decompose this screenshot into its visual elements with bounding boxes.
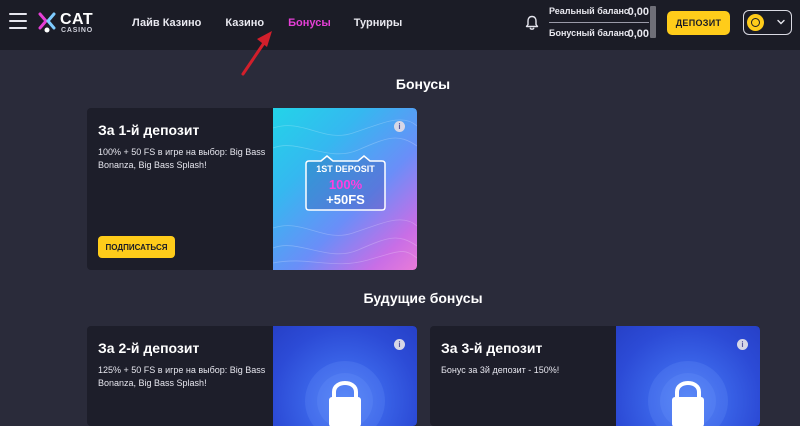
bonus-balance-label: Бонусный баланс — [549, 28, 630, 38]
future-bonuses-title: Будущие бонусы — [363, 290, 483, 306]
bonus-card-text: За 1-й депозит 100% + 50 FS в игре на вы… — [98, 122, 268, 172]
nav-live-casino[interactable]: Лайв Казино — [132, 17, 201, 31]
bonus-card-description: 125% + 50 FS в игре на выбор: Big Bass B… — [98, 365, 266, 388]
subscribe-button[interactable]: ПОДПИСАТЬСЯ — [98, 236, 175, 258]
logo[interactable]: CAT CASINO — [38, 11, 98, 37]
bonus-card-first-deposit: За 1-й депозит 100% + 50 FS в игре на вы… — [87, 108, 417, 270]
deposit-button[interactable]: ДЕПОЗИТ — [667, 11, 730, 35]
badge-line1: 1ST DEPOSIT — [316, 164, 375, 174]
bonus-image: 1ST DEPOSIT 100% +50FS i — [273, 108, 417, 270]
bonus-image-locked: i — [616, 326, 760, 426]
info-icon[interactable]: i — [394, 121, 405, 132]
chevron-down-icon — [777, 19, 785, 25]
badge-line3: +50FS — [326, 192, 365, 207]
nav-bonuses[interactable]: Бонусы — [288, 17, 331, 31]
real-balance-row: Реальный баланс 0,00 — [549, 6, 649, 23]
bonus-card-text: За 3-й депозит Бонус за 3й депозит - 150… — [441, 340, 611, 377]
bonus-card-description: Бонус за 3й депозит - 150%! — [441, 365, 560, 375]
top-header: CAT CASINO Лайв Казино Казино Бонусы Тур… — [0, 0, 800, 50]
badge-line2: 100% — [328, 177, 363, 192]
page-title: Бонусы — [395, 76, 451, 92]
currency-selector[interactable] — [743, 10, 792, 35]
bonus-balance-row: Бонусный баланс 0,00 — [549, 28, 649, 43]
bonus-card-text: За 2-й депозит 125% + 50 FS в игре на вы… — [98, 340, 268, 390]
bonus-image-locked: i — [273, 326, 417, 426]
annotation-arrow-icon — [241, 31, 272, 76]
balance-scrollbar[interactable] — [650, 6, 656, 38]
real-balance-label: Реальный баланс — [549, 6, 629, 16]
bonus-card-title: За 1-й депозит — [98, 122, 200, 138]
bonus-card-title: За 3-й депозит — [441, 340, 543, 356]
bonus-card-description: 100% + 50 FS в игре на выбор: Big Bass B… — [98, 147, 266, 170]
bell-icon[interactable] — [525, 15, 539, 31]
deposit-badge: 1ST DEPOSIT 100% +50FS — [303, 155, 388, 213]
logo-subtext: CASINO — [61, 27, 94, 34]
bonus-card-third-deposit: За 3-й депозит Бонус за 3й депозит - 150… — [430, 326, 760, 426]
bonus-balance-value: 0,00 — [627, 28, 649, 40]
info-icon[interactable]: i — [394, 339, 405, 350]
coin-icon — [747, 14, 764, 31]
real-balance-value: 0,00 — [627, 6, 649, 18]
info-icon[interactable]: i — [737, 339, 748, 350]
hamburger-icon[interactable] — [9, 13, 27, 29]
bonus-card-second-deposit: За 2-й депозит 125% + 50 FS в игре на вы… — [87, 326, 417, 426]
balance-panel: Реальный баланс 0,00 Бонусный баланс 0,0… — [549, 6, 649, 43]
nav-tournaments[interactable]: Турниры — [354, 17, 403, 31]
bonus-card-title: За 2-й депозит — [98, 340, 200, 356]
logo-mark — [38, 12, 56, 33]
